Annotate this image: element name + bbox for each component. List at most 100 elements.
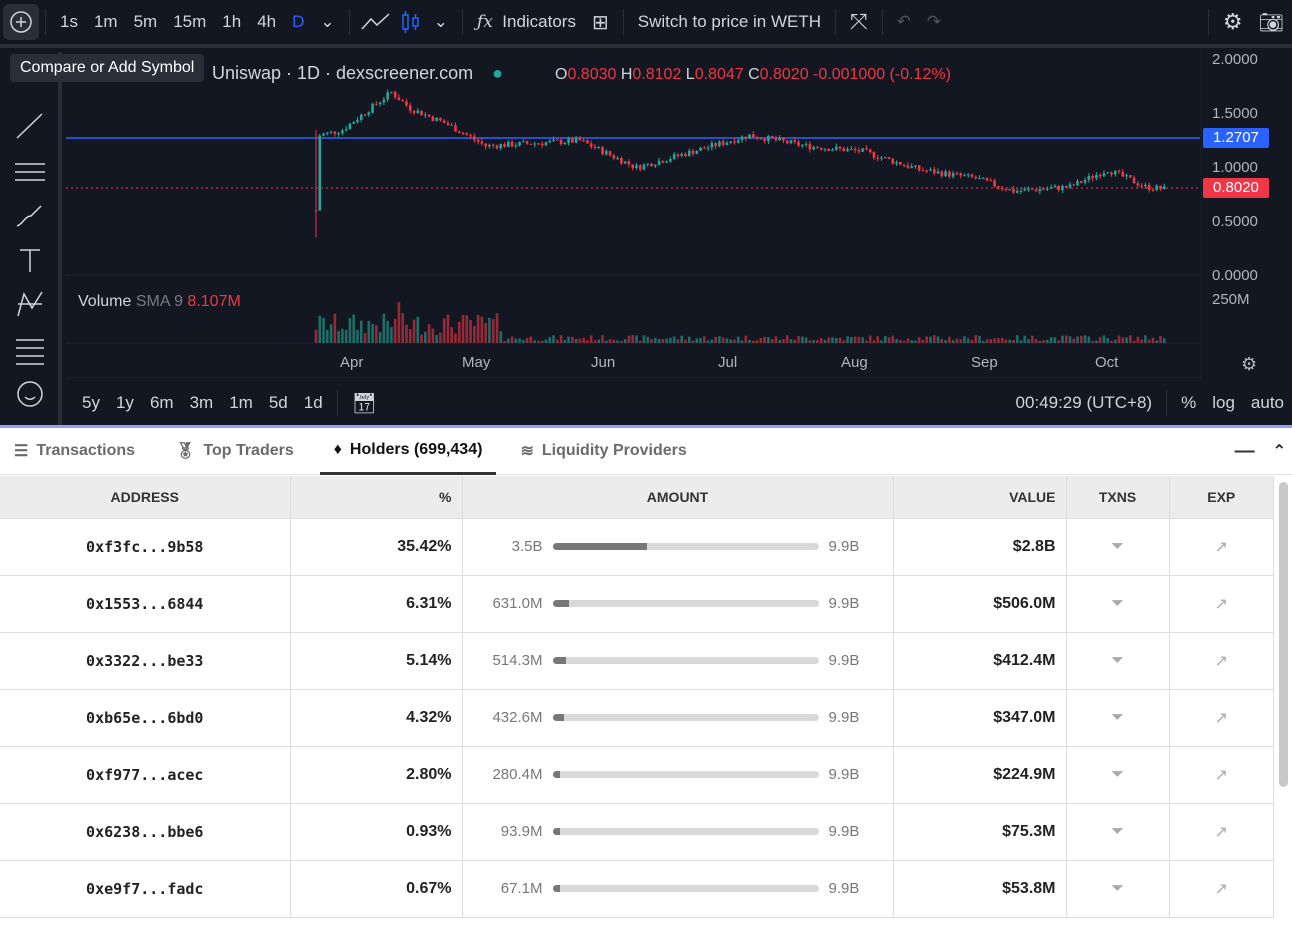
candle: [853, 148, 857, 151]
interval-d[interactable]: D: [284, 12, 312, 32]
add-symbol-button[interactable]: [3, 4, 39, 40]
header-txns[interactable]: TXNS: [1066, 476, 1170, 519]
address-link[interactable]: 0xf3fc...9b58: [0, 518, 291, 576]
header-amount[interactable]: AMOUNT: [462, 476, 894, 519]
tab-holders[interactable]: ♦ Holders (699,434): [319, 428, 497, 475]
header-value[interactable]: VALUE: [893, 476, 1067, 519]
interval-5m[interactable]: 5m: [126, 12, 166, 32]
gear-icon[interactable]: ⚙: [1215, 9, 1251, 35]
interval-1h[interactable]: 1h: [214, 12, 249, 32]
clock[interactable]: 00:49:29 (UTC+8): [1008, 393, 1161, 413]
volume-bar: [412, 319, 416, 343]
external-link-icon[interactable]: ↗: [1169, 803, 1274, 861]
range-3m[interactable]: 3m: [182, 393, 222, 413]
header-exp[interactable]: EXP: [1169, 476, 1274, 519]
switch-price-button[interactable]: Switch to price in WETH: [630, 12, 829, 32]
address-link[interactable]: 0xf977...acec: [0, 746, 291, 804]
address-link[interactable]: 0x1553...6844: [0, 575, 291, 633]
candle: [457, 131, 461, 133]
chevron-down-icon[interactable]: ⌄: [312, 12, 342, 32]
range-6m[interactable]: 6m: [142, 393, 182, 413]
table-row[interactable]: 0xb65e...6bd0 4.32% 432.6M 9.9B $347.0M ⏷…: [0, 689, 1274, 747]
external-link-icon[interactable]: ↗: [1169, 746, 1274, 804]
filter-icon[interactable]: ⏷: [1066, 689, 1170, 747]
pattern-icon[interactable]: [14, 288, 46, 320]
table-row[interactable]: 0xf3fc...9b58 35.42% 3.5B 9.9B $2.8B ⏷ ↗: [0, 518, 1274, 576]
interval-4h[interactable]: 4h: [249, 12, 284, 32]
auto-toggle[interactable]: auto: [1243, 393, 1292, 413]
redo-icon[interactable]: ↷: [919, 12, 949, 32]
scrollbar[interactable]: [1279, 482, 1288, 787]
header-address[interactable]: ADDRESS: [0, 476, 291, 519]
filter-icon[interactable]: ⏷: [1066, 860, 1170, 918]
line-chart-icon[interactable]: [356, 10, 396, 34]
table-row[interactable]: 0x1553...6844 6.31% 631.0M 9.9B $506.0M ⏷…: [0, 575, 1274, 633]
expand-up-icon[interactable]: ⌃: [1267, 441, 1292, 461]
external-link-icon[interactable]: ↗: [1169, 632, 1274, 690]
range-1d[interactable]: 1d: [296, 393, 331, 413]
volume-bar: [936, 336, 940, 343]
table-row[interactable]: 0xf977...acec 2.80% 280.4M 9.9B $224.9M ⏷…: [0, 746, 1274, 804]
trend-line-icon[interactable]: [14, 110, 46, 142]
axis-settings-icon[interactable]: ⚙: [1241, 354, 1257, 375]
volume-bar: [567, 336, 570, 343]
address-link[interactable]: 0x6238...bbe6: [0, 803, 291, 861]
range-1y[interactable]: 1y: [108, 393, 142, 413]
layout-grid-icon[interactable]: ⊞: [584, 10, 617, 35]
address-link[interactable]: 0x3322...be33: [0, 632, 291, 690]
external-link-icon[interactable]: ↗: [1169, 860, 1274, 918]
volume-bar: [932, 335, 936, 343]
goto-date-icon[interactable]: 📅︎: [344, 391, 385, 416]
filter-icon[interactable]: ⏷: [1066, 518, 1170, 576]
indicators-button[interactable]: ƒx Indicators: [469, 12, 584, 32]
candle: [627, 161, 631, 165]
range-1m[interactable]: 1m: [221, 393, 261, 413]
fib-icon[interactable]: [14, 334, 46, 366]
interval-15m[interactable]: 15m: [165, 12, 214, 32]
header-pct[interactable]: %: [290, 476, 463, 519]
volume-bar: [759, 338, 763, 343]
volume-bar: [393, 318, 397, 343]
external-link-icon[interactable]: ↗: [1169, 575, 1274, 633]
open-value: 0.8030: [567, 66, 617, 83]
fullscreen-icon[interactable]: ⤧: [842, 9, 876, 35]
filter-icon[interactable]: ⏷: [1066, 575, 1170, 633]
table-row[interactable]: 0xe9f7...fadc 0.67% 67.1M 9.9B $53.8M ⏷ ↗: [0, 860, 1274, 918]
log-toggle[interactable]: log: [1204, 393, 1243, 413]
filter-icon[interactable]: ⏷: [1066, 746, 1170, 804]
range-5y[interactable]: 5y: [74, 393, 108, 413]
tab-top-traders[interactable]: 🏅︎ Top Traders: [161, 428, 308, 475]
value: $2.8B: [893, 518, 1067, 576]
price-tick: 2.0000: [1212, 51, 1258, 68]
volume-bar: [914, 340, 917, 343]
candles-icon[interactable]: [396, 9, 426, 35]
volume-bar: [1144, 335, 1147, 343]
external-link-icon[interactable]: ↗: [1169, 689, 1274, 747]
interval-1m[interactable]: 1m: [86, 12, 126, 32]
undo-icon[interactable]: ↶: [889, 12, 919, 32]
address-link[interactable]: 0xe9f7...fadc: [0, 860, 291, 918]
volume-bar: [473, 325, 476, 343]
tab-transactions[interactable]: ☰ Transactions: [0, 428, 149, 475]
camera-icon[interactable]: 📷︎: [1251, 10, 1292, 35]
candle: [623, 161, 627, 164]
range-5d[interactable]: 5d: [261, 393, 296, 413]
filter-icon[interactable]: ⏷: [1066, 803, 1170, 861]
address-link[interactable]: 0xb65e...6bd0: [0, 689, 291, 747]
candle: [578, 137, 582, 141]
percent-toggle[interactable]: %: [1173, 393, 1204, 413]
horizontal-lines-icon[interactable]: [14, 156, 46, 188]
filter-icon[interactable]: ⏷: [1066, 632, 1170, 690]
volume-bar: [1083, 335, 1087, 343]
table-row[interactable]: 0x3322...be33 5.14% 514.3M 9.9B $412.4M ⏷…: [0, 632, 1274, 690]
table-row[interactable]: 0x6238...bbe6 0.93% 93.9M 9.9B $75.3M ⏷ ↗: [0, 803, 1274, 861]
smiley-icon[interactable]: [14, 378, 46, 410]
tab-liquidity-providers[interactable]: ≋ Liquidity Providers: [506, 428, 700, 475]
minimize-icon[interactable]: —: [1223, 440, 1267, 463]
text-icon[interactable]: [14, 244, 46, 276]
brush-icon[interactable]: [14, 200, 46, 232]
volume-bar: [1076, 336, 1079, 343]
interval-1s[interactable]: 1s: [52, 12, 86, 32]
chevron-down-icon[interactable]: ⌄: [426, 12, 456, 32]
external-link-icon[interactable]: ↗: [1169, 518, 1274, 576]
